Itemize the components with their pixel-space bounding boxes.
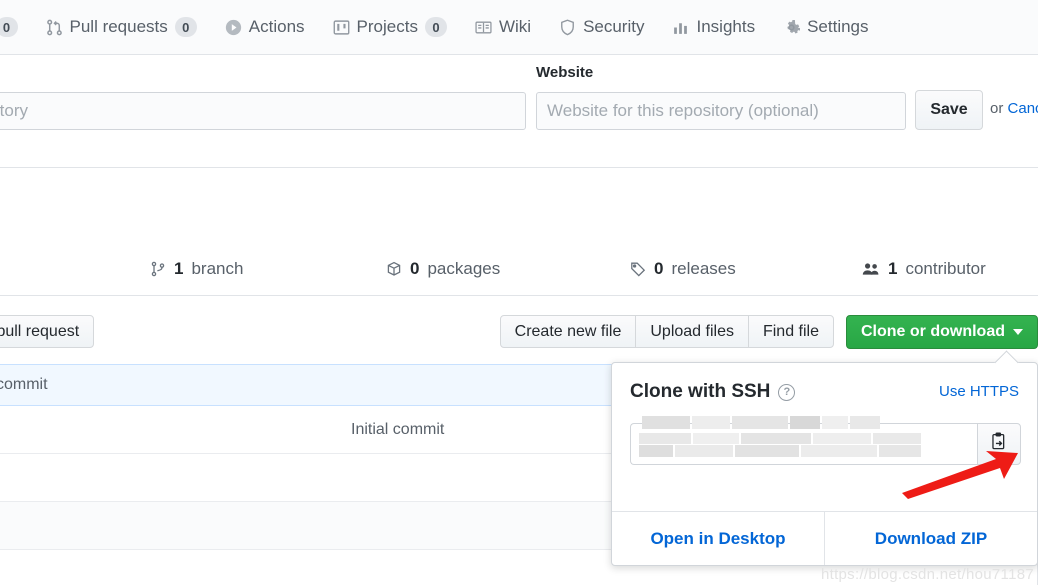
download-zip-link[interactable]: Download ZIP: [825, 512, 1037, 565]
use-https-link[interactable]: Use HTTPS: [939, 383, 1019, 400]
play-icon: [225, 19, 242, 36]
stat-branches-label: branch: [191, 258, 244, 278]
stat-releases-count: 0: [654, 258, 664, 278]
cancel-area: or Cancel: [990, 100, 1038, 117]
stat-packages[interactable]: 0 packages: [386, 259, 500, 279]
repository-actions-row: New pull request Create new file Upload …: [0, 297, 1038, 364]
nav-tab-projects-label: Projects: [356, 17, 418, 36]
redacted-block: [639, 433, 691, 444]
nav-tab-settings-label: Settings: [807, 17, 869, 36]
gear-icon: [783, 19, 801, 36]
nav-tab-actions[interactable]: Actions: [211, 0, 319, 54]
upload-files-button[interactable]: Upload files: [635, 315, 749, 348]
nav-tab-issues-count: 0: [0, 17, 18, 37]
latest-commit-text: commit: [0, 376, 48, 393]
create-new-file-button[interactable]: Create new file: [499, 315, 637, 348]
website-placeholder: Website for this repository (optional): [547, 101, 819, 120]
save-button[interactable]: Save: [915, 90, 983, 130]
new-pull-request-button[interactable]: New pull request: [0, 315, 95, 348]
nav-tab-insights-label: Insights: [696, 17, 756, 36]
stat-contributors[interactable]: 1 contributor: [862, 259, 986, 279]
redacted-block: [693, 433, 739, 444]
shield-icon: [559, 19, 576, 36]
clipboard-copy-icon: [990, 432, 1009, 456]
redacted-block: [801, 445, 877, 457]
redacted-block: [879, 445, 921, 457]
git-pull-request-icon: [46, 19, 63, 36]
redacted-block: [873, 433, 921, 444]
repository-stats-bar: 1 branch 0 packages 0 releases 1 contrib…: [0, 242, 1038, 296]
nav-tab-insights[interactable]: Insights: [658, 0, 769, 54]
people-icon: [862, 261, 880, 277]
chevron-down-icon: [1013, 329, 1023, 335]
package-icon: [386, 261, 402, 277]
website-input[interactable]: Website for this repository (optional): [536, 92, 906, 130]
watermark: https://blog.csdn.net/hou71187: [820, 566, 1034, 583]
project-board-icon: [333, 19, 350, 36]
file-row-commit-message: Initial commit: [351, 420, 445, 438]
clone-or-download-button[interactable]: Clone or download: [846, 315, 1038, 349]
nav-tab-projects-count: 0: [424, 17, 447, 37]
nav-tab-projects[interactable]: Projects 0: [319, 0, 461, 54]
cancel-link[interactable]: Cancel: [1008, 100, 1038, 117]
help-icon[interactable]: ?: [778, 383, 796, 401]
nav-tab-pull-requests-count: 0: [174, 17, 197, 37]
clone-panel-title-group: Clone with SSH ?: [630, 381, 796, 403]
edit-repository-details-form: Short description of this repository Web…: [0, 56, 1038, 168]
copy-clone-url-button[interactable]: [977, 423, 1021, 465]
stat-releases[interactable]: 0 releases: [630, 259, 736, 279]
repository-nav: s 0 Pull requests 0 Actions: [0, 0, 1038, 55]
clone-panel-footer: Open in Desktop Download ZIP: [612, 511, 1037, 565]
redacted-block: [639, 445, 673, 457]
website-label: Website: [536, 64, 594, 81]
nav-tab-issues[interactable]: s 0: [0, 0, 32, 54]
stat-contributors-count: 1: [888, 258, 898, 278]
description-input[interactable]: Short description of this repository: [0, 92, 526, 130]
redacted-block: [813, 433, 871, 444]
file-actions-button-group: Create new file Upload files Find file: [499, 315, 834, 348]
stat-releases-label: releases: [671, 258, 736, 278]
or-text: or: [990, 100, 1004, 117]
description-placeholder: Short description of this repository: [0, 101, 29, 120]
stat-branches[interactable]: 1 branch: [150, 259, 243, 279]
book-icon: [475, 19, 492, 36]
open-in-desktop-link[interactable]: Open in Desktop: [612, 512, 825, 565]
stat-packages-label: packages: [427, 258, 501, 278]
nav-tab-wiki-label: Wiki: [498, 17, 532, 36]
git-branch-icon: [150, 261, 166, 277]
redacted-block: [741, 433, 811, 444]
nav-tab-pull-requests-label: Pull requests: [69, 17, 168, 36]
tag-icon: [630, 261, 646, 277]
clone-panel-title: Clone with SSH: [630, 381, 771, 402]
nav-tab-security[interactable]: Security: [545, 0, 658, 54]
nav-tab-actions-label: Actions: [248, 17, 305, 36]
stat-branches-count: 1: [174, 258, 184, 278]
redacted-block: [735, 445, 799, 457]
clone-dropdown-panel: Clone with SSH ? Use HTTPS Open in Deskt…: [611, 362, 1038, 566]
nav-tab-security-label: Security: [583, 17, 645, 36]
redacted-username-line: [628, 414, 886, 431]
graph-icon: [672, 19, 689, 36]
clone-or-download-label: Clone or download: [861, 323, 1005, 340]
nav-tab-settings[interactable]: Settings: [769, 0, 882, 54]
nav-tab-wiki[interactable]: Wiki: [461, 0, 545, 54]
find-file-button[interactable]: Find file: [747, 315, 834, 348]
clone-panel-header: Clone with SSH ? Use HTTPS: [612, 363, 1037, 403]
github-repository-page: s 0 Pull requests 0 Actions: [0, 0, 1038, 585]
stat-packages-count: 0: [410, 258, 420, 278]
nav-tab-pull-requests[interactable]: Pull requests 0: [32, 0, 211, 54]
redacted-block: [675, 445, 733, 457]
stat-contributors-label: contributor: [905, 258, 986, 278]
